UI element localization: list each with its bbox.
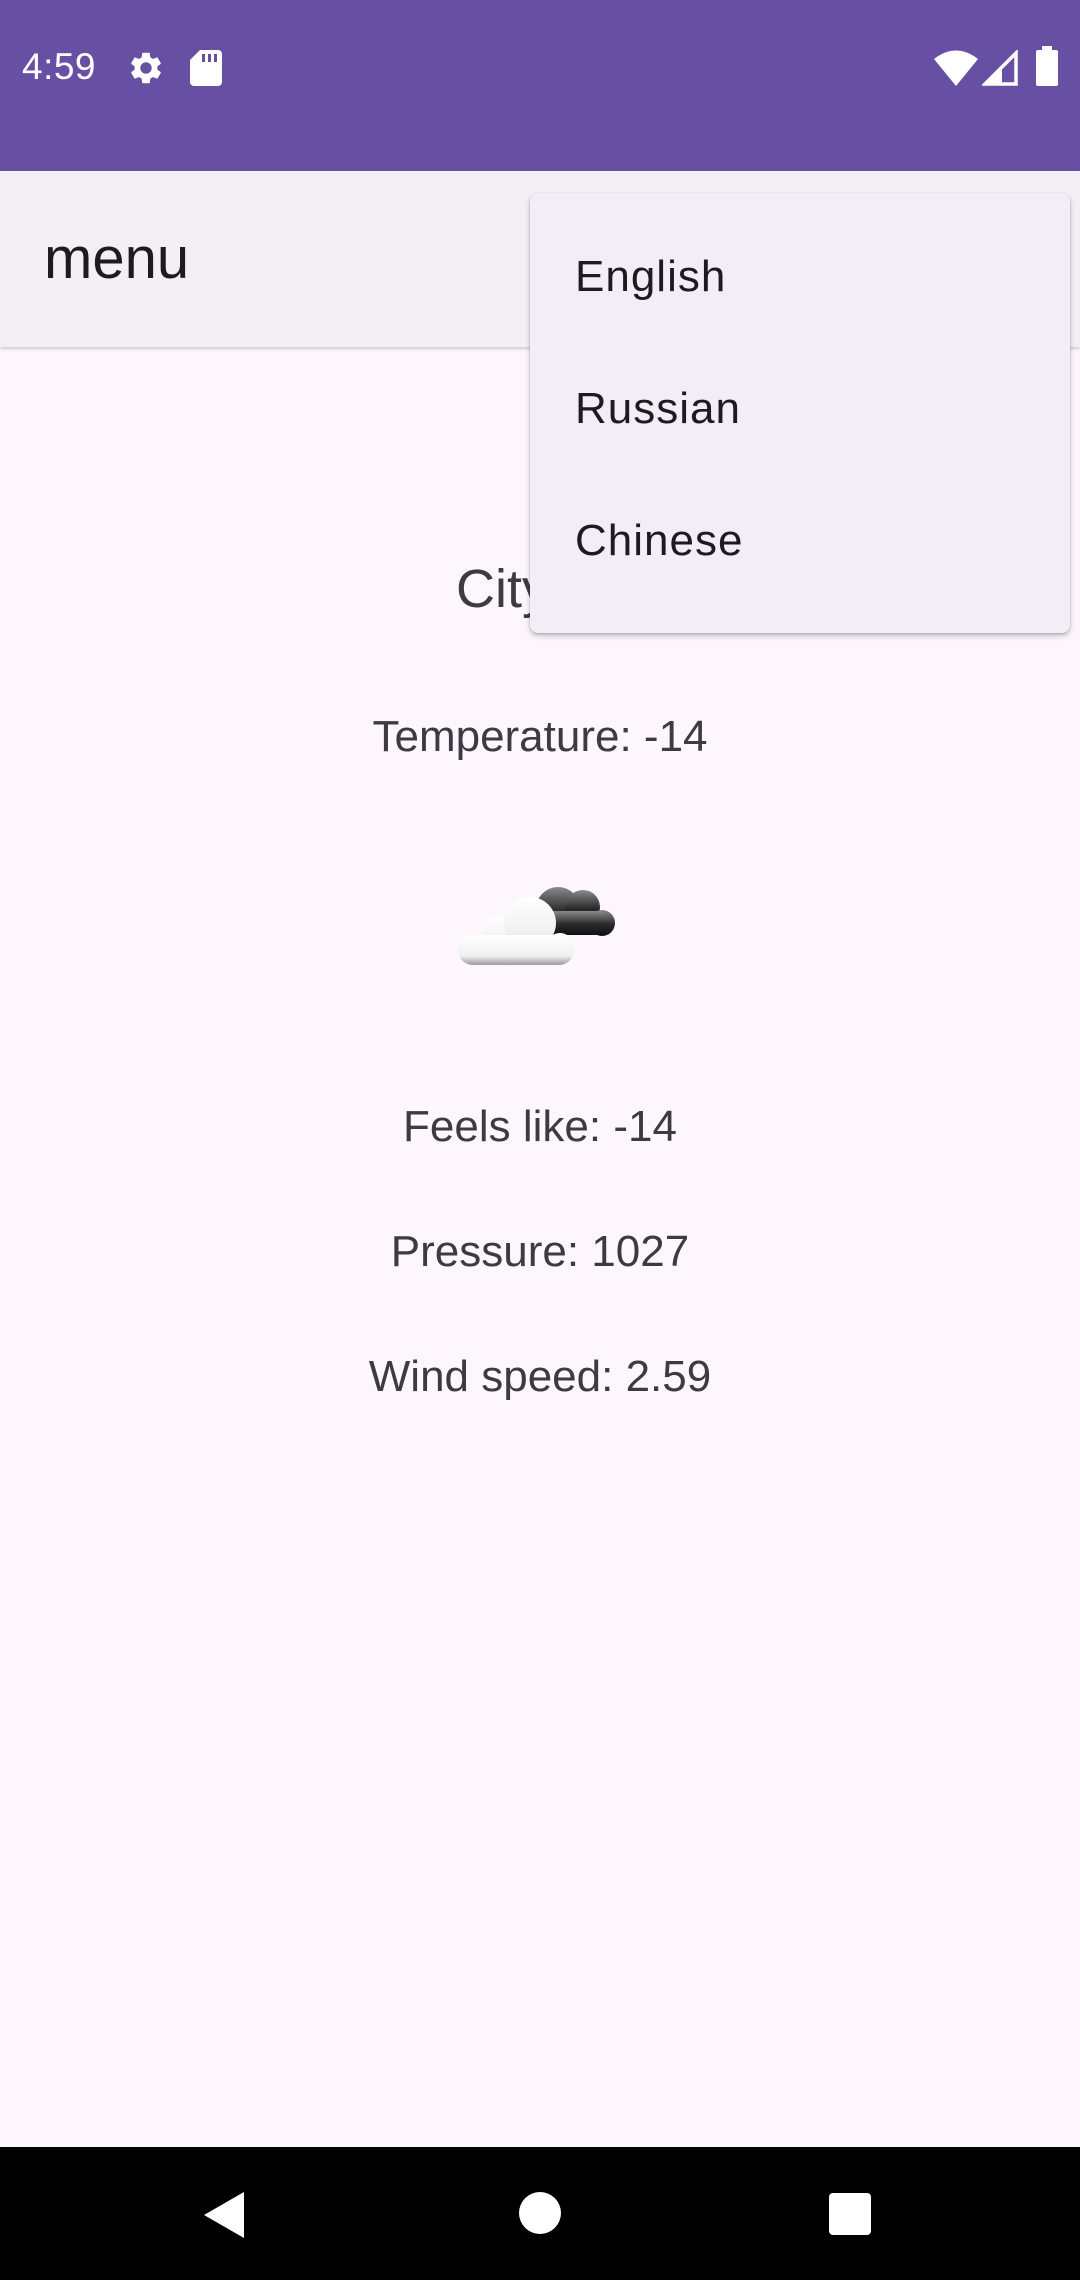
pressure-label: Pressure: 1027 (390, 1227, 690, 1276)
menu-item-russian[interactable]: Russian (530, 343, 1070, 475)
wifi-icon (934, 50, 978, 86)
gear-icon (131, 52, 161, 84)
partly-cloudy-icon (458, 887, 615, 965)
wind-speed-label: Wind speed: 2.59 (368, 1352, 712, 1401)
recents-icon[interactable] (829, 2193, 871, 2235)
menu-item-chinese[interactable]: Chinese (530, 475, 1070, 607)
app-bar-title: menu (44, 226, 190, 291)
menu-item-english[interactable]: English (530, 211, 1070, 343)
status-time: 4:59 (22, 46, 97, 87)
home-icon[interactable] (519, 2192, 561, 2234)
cell-signal-icon (982, 50, 1018, 86)
feels-like-label: Feels like: -14 (403, 1102, 677, 1151)
language-dropdown-menu: English Russian Chinese (530, 193, 1070, 633)
temperature-label: Temperature: -14 (372, 712, 708, 761)
sd-card-icon (190, 50, 222, 86)
battery-icon (1036, 46, 1058, 86)
back-icon[interactable] (204, 2192, 246, 2238)
status-bar: 4:59 (0, 0, 1080, 171)
navigation-bar (0, 2147, 1080, 2280)
